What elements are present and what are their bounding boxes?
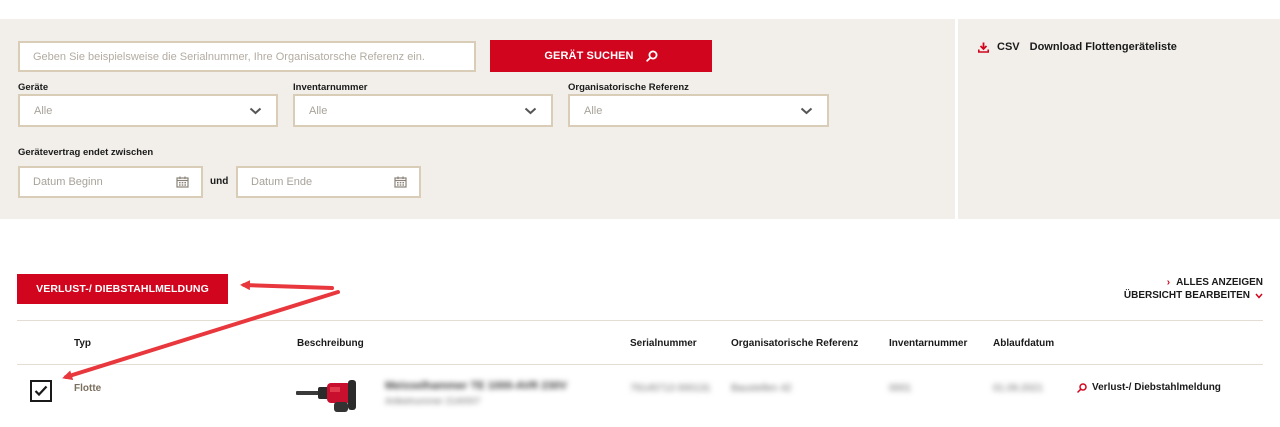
edit-overview-link[interactable]: ÜBERSICHT BEARBEITEN <box>1124 289 1263 302</box>
show-all-link[interactable]: › ALLES ANZEIGEN <box>1124 276 1263 289</box>
chevron-right-icon: › <box>1166 277 1171 288</box>
divider <box>17 320 1263 321</box>
row-serialnummer: 79145713 000131 <box>630 383 711 394</box>
org-referenz-label: Organisatorische Referenz <box>568 82 689 93</box>
chevron-down-icon <box>249 107 262 115</box>
column-header-beschreibung[interactable]: Beschreibung <box>297 338 364 349</box>
inventarnummer-label: Inventarnummer <box>293 82 368 93</box>
chevron-down-icon <box>1255 293 1263 299</box>
geraete-label: Geräte <box>18 82 49 93</box>
table-options: › ALLES ANZEIGEN ÜBERSICHT BEARBEITEN <box>1124 276 1263 302</box>
row-inventarnummer: 0001 <box>889 383 912 394</box>
org-referenz-select[interactable]: Alle <box>568 94 829 127</box>
breaker-hammer-image <box>296 380 356 412</box>
date-end-placeholder: Datum Ende <box>251 176 313 188</box>
row-loss-report-link[interactable]: Verlust-/ Diebstahlmeldung <box>1077 382 1221 393</box>
column-header-inventarnummer[interactable]: Inventarnummer <box>889 338 967 349</box>
divider <box>17 364 1263 365</box>
chevron-down-icon <box>524 107 537 115</box>
row-loss-report-label: Verlust-/ Diebstahlmeldung <box>1092 382 1221 393</box>
csv-format-label: CSV <box>997 41 1020 53</box>
calendar-icon[interactable] <box>176 176 189 188</box>
date-end-input[interactable]: Datum Ende <box>236 166 421 198</box>
row-beschreibung-sub: Artikelnummer 2140007 <box>385 396 481 406</box>
org-referenz-select-value: Alle <box>584 104 603 117</box>
row-checkbox[interactable] <box>30 380 52 402</box>
column-header-serialnummer[interactable]: Serialnummer <box>630 338 697 349</box>
vertrag-label: Gerätevertrag endet zwischen <box>18 147 154 158</box>
search-icon <box>645 50 658 62</box>
column-header-typ[interactable]: Typ <box>74 338 91 349</box>
search-icon <box>1077 382 1087 393</box>
search-button-label: GERÄT SUCHEN <box>544 50 634 62</box>
calendar-icon[interactable] <box>394 176 407 188</box>
arrow-to-loss-button <box>240 280 334 291</box>
checkmark-icon <box>34 385 48 397</box>
search-button[interactable]: GERÄT SUCHEN <box>490 40 712 72</box>
row-typ: Flotte <box>74 383 102 394</box>
column-header-org-referenz[interactable]: Organisatorische Referenz <box>731 338 858 349</box>
csv-download-link[interactable]: CSV Download Flottengeräteliste <box>978 41 1177 53</box>
row-beschreibung: Meisselhammer TE 1000-AVR 230V <box>385 380 567 392</box>
loss-report-button[interactable]: VERLUST-/ DIEBSTAHLMELDUNG <box>17 274 228 304</box>
column-header-ablaufdatum[interactable]: Ablaufdatum <box>993 338 1054 349</box>
date-connector: und <box>210 176 229 187</box>
show-all-label: ALLES ANZEIGEN <box>1176 277 1263 288</box>
download-icon <box>978 42 989 53</box>
inventarnummer-select[interactable]: Alle <box>293 94 553 127</box>
search-input[interactable] <box>18 41 476 72</box>
edit-overview-label: ÜBERSICHT BEARBEITEN <box>1123 290 1250 301</box>
chevron-down-icon <box>800 107 813 115</box>
geraete-select-value: Alle <box>34 104 53 117</box>
row-ablaufdatum: 01.09.2021 <box>993 383 1044 394</box>
date-start-input[interactable]: Datum Beginn <box>18 166 203 198</box>
download-label: Download Flottengeräteliste <box>1029 41 1177 53</box>
inventarnummer-select-value: Alle <box>309 104 328 117</box>
row-org-referenz: Baustellen 42 <box>731 383 792 394</box>
date-start-placeholder: Datum Beginn <box>33 176 103 188</box>
geraete-select[interactable]: Alle <box>18 94 278 127</box>
